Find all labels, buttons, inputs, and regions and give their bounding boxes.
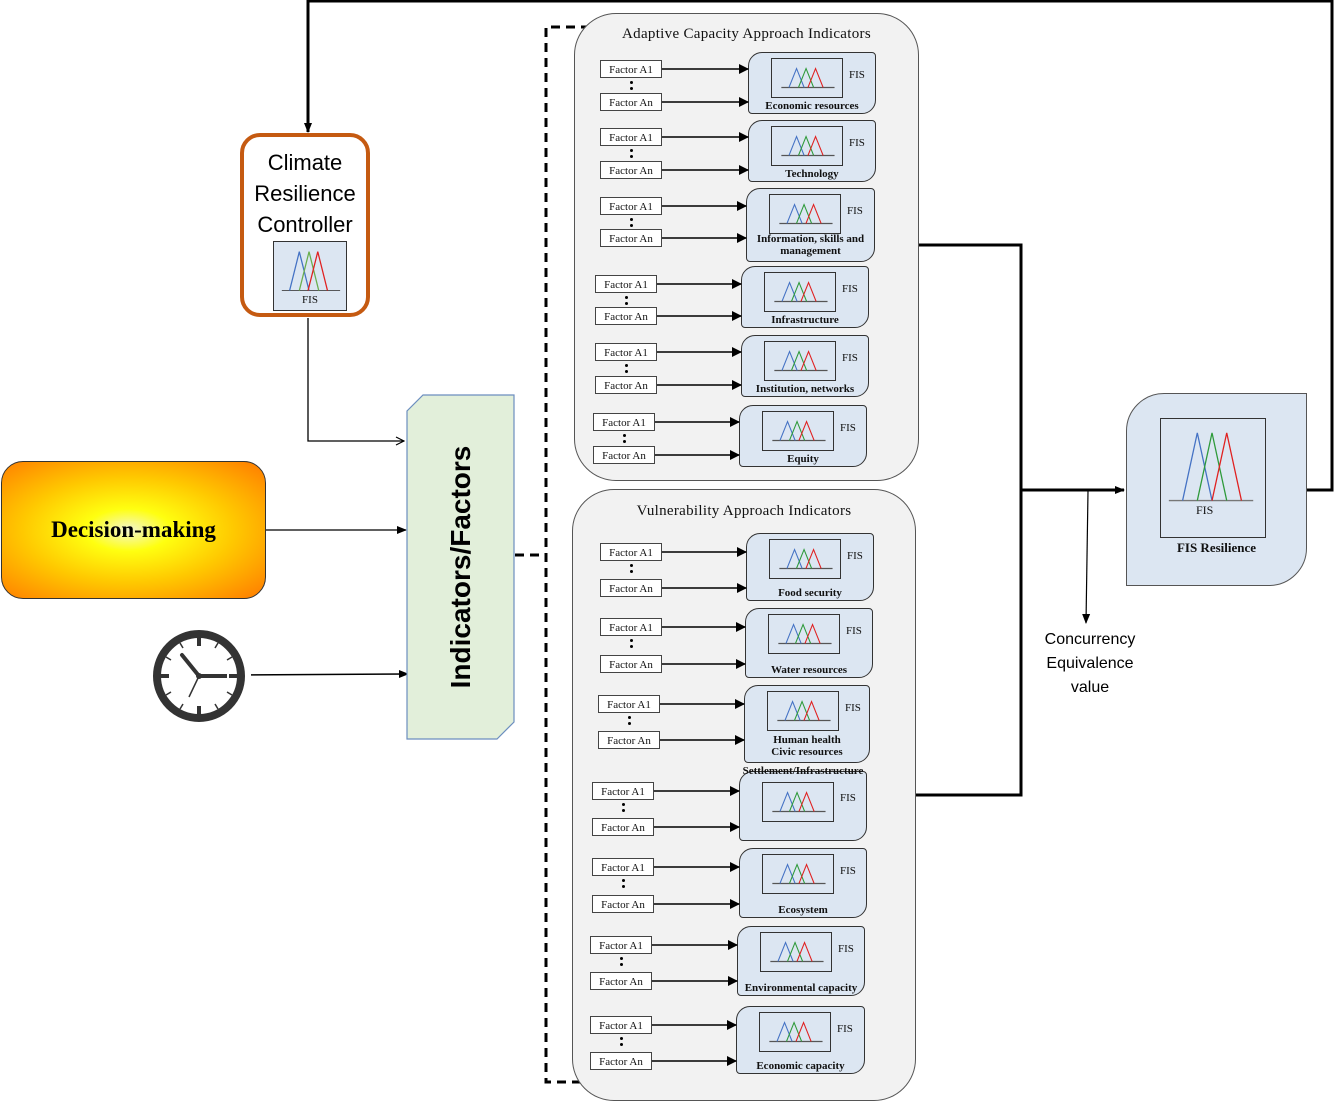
resilience-fis-icon: FIS bbox=[1160, 418, 1266, 538]
concurrency-line-3: value bbox=[1070, 679, 1110, 696]
concurrency-label: Concurrency Equivalence value bbox=[1030, 628, 1150, 700]
resilience-fis-label: FIS bbox=[1196, 503, 1214, 517]
resilience-membership-functions-icon bbox=[1168, 432, 1254, 502]
concurrency-line-1: Concurrency bbox=[1044, 631, 1136, 648]
resilience-title: FIS Resilience bbox=[1176, 540, 1257, 555]
fis-resilience-box[interactable]: FIS FIS Resilience bbox=[1126, 393, 1307, 586]
concurrency-line-2: Equivalence bbox=[1046, 655, 1134, 672]
diagram-canvas: Climate Resilience Controller FIS Decisi… bbox=[0, 0, 1335, 1101]
